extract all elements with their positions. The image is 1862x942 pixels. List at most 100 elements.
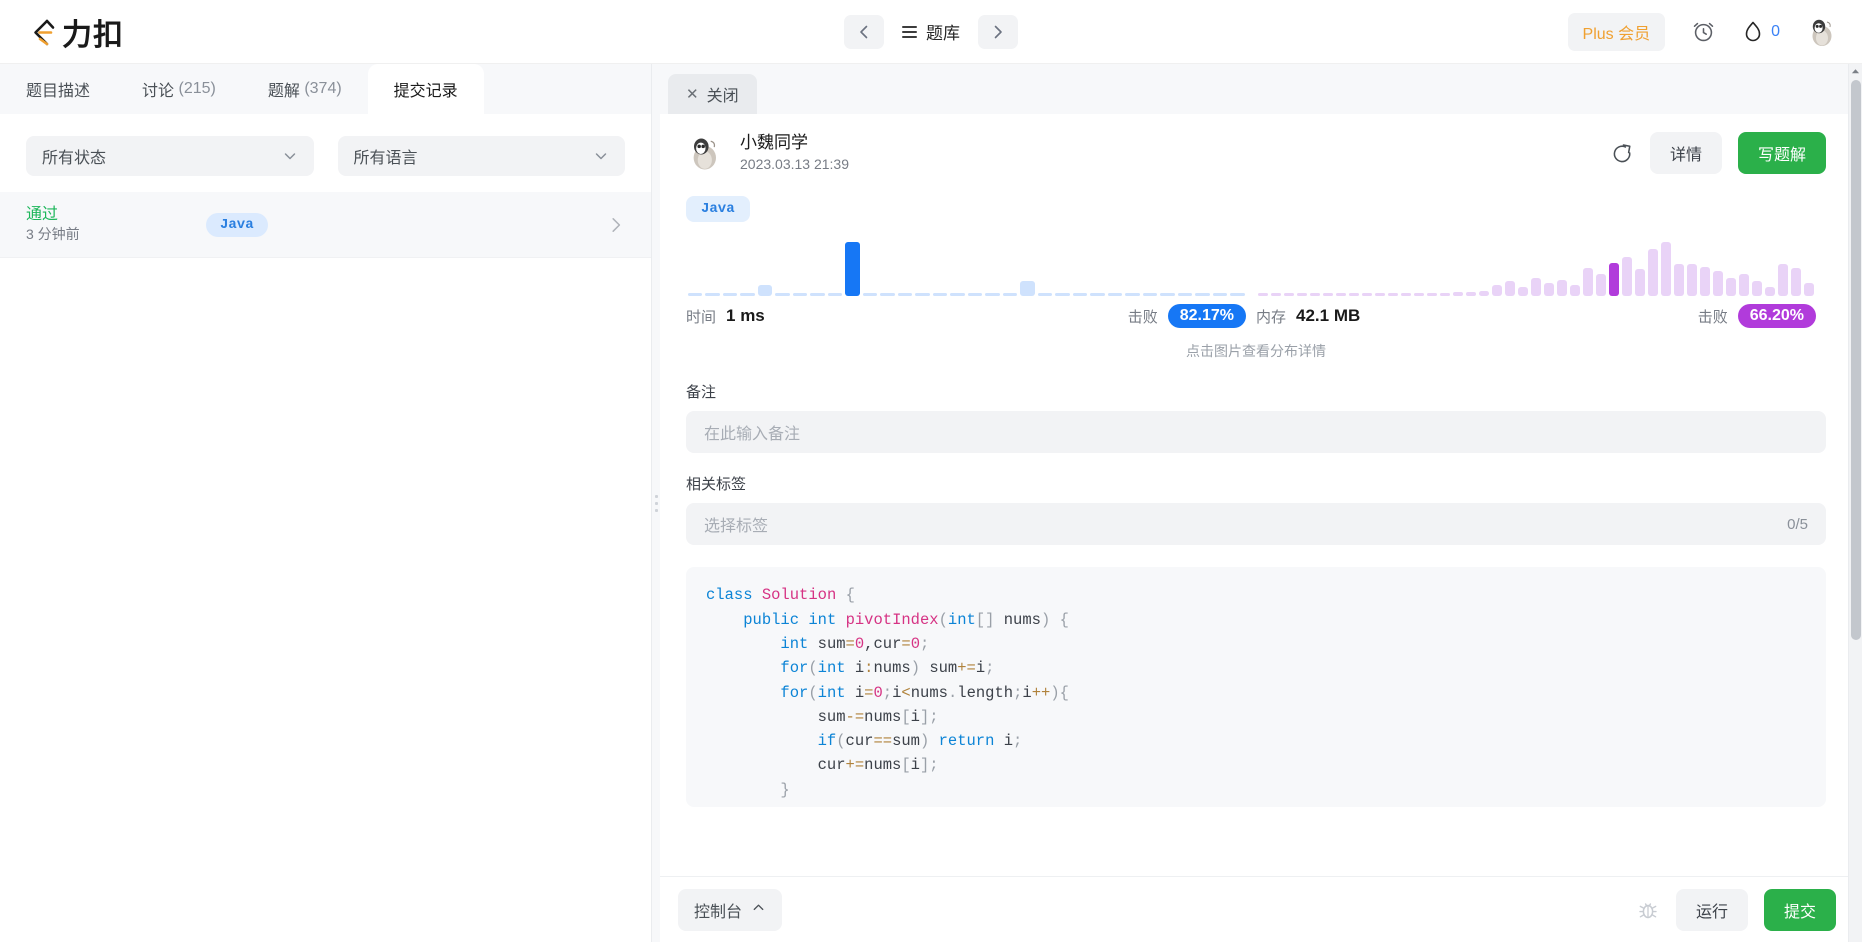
chart-bar (1595, 274, 1606, 297)
submission-detail: 小魏同学 2023.03.13 21:39 详情 写题解 Java 时间 1 m… (660, 114, 1862, 808)
chart-bar (1002, 293, 1017, 297)
chart-bar (932, 293, 947, 297)
scrollbar-thumb[interactable] (1851, 80, 1861, 640)
chart-bar (1037, 293, 1052, 297)
chart-bar (1270, 293, 1281, 297)
chart-bar (1765, 287, 1776, 297)
filter-status-select[interactable]: 所有状态 (26, 136, 314, 176)
memory-value: 42.1 MB (1296, 306, 1361, 326)
chart-bar (827, 293, 842, 297)
submission-author: 小魏同学 2023.03.13 21:39 (740, 132, 849, 174)
timer-button[interactable] (1691, 19, 1716, 44)
chart-bar (1504, 281, 1515, 297)
vertical-scrollbar[interactable] (1848, 64, 1862, 942)
chart-bar (1413, 293, 1424, 297)
chart-bar (1090, 293, 1105, 297)
debug-button[interactable] (1636, 898, 1660, 922)
tags-input[interactable]: 选择标签 0/5 (686, 503, 1826, 546)
submission-detail-scroll[interactable]: 小魏同学 2023.03.13 21:39 详情 写题解 Java 时间 1 m… (660, 114, 1862, 876)
tab-description[interactable]: 题目描述 (0, 64, 116, 114)
status-badge: 通过 (26, 205, 59, 223)
nav-center-group: 题库 (844, 14, 1018, 49)
scroll-up-arrow[interactable] (1849, 64, 1862, 78)
nav-problemset-button[interactable]: 题库 (894, 19, 968, 44)
memory-beat-group: 击败 66.20% (1698, 304, 1816, 329)
chart-bar (1465, 292, 1476, 297)
submission-status-group: 通过 3 分钟前 (26, 205, 206, 245)
tab-discussion[interactable]: 讨论 (215) (116, 64, 242, 114)
panel-resizer[interactable] (652, 64, 660, 942)
memory-spark-bars (1256, 238, 1826, 297)
chart-bar (1055, 293, 1070, 297)
note-input[interactable]: 在此输入备注 (686, 411, 1826, 454)
share-button[interactable] (1611, 142, 1634, 165)
write-solution-button[interactable]: 写题解 (1737, 132, 1826, 175)
chart-bar (1361, 293, 1372, 297)
performance-charts: 时间 1 ms 击败 82.17% 内存 42.1 MB 击败 66.20% (686, 238, 1826, 329)
tags-placeholder: 选择标签 (704, 518, 769, 536)
chart-bar (1452, 292, 1463, 297)
chart-bar (1125, 293, 1140, 297)
chart-bar (1387, 293, 1398, 297)
plus-membership-button[interactable]: Plus 会员 (1567, 12, 1666, 51)
chevron-down-icon (593, 148, 609, 164)
chevron-left-icon (860, 25, 868, 38)
time-beat-label: 击败 (1127, 308, 1158, 326)
submit-button[interactable]: 提交 (1763, 888, 1836, 931)
chart-bar (1478, 291, 1489, 297)
filter-language-select[interactable]: 所有语言 (337, 136, 625, 176)
note-label: 备注 (686, 384, 717, 402)
chart-bar (757, 285, 772, 297)
alarm-clock-icon (1693, 22, 1714, 42)
close-detail-label: 关闭 (706, 88, 739, 105)
avatar[interactable] (1806, 14, 1840, 49)
nav-back-button[interactable] (844, 14, 884, 49)
memory-distribution-chart[interactable]: 内存 42.1 MB 击败 66.20% (1256, 238, 1826, 329)
code-block: class Solution { public int pivotIndex(i… (706, 586, 1069, 807)
chart-bar (1212, 293, 1227, 297)
submission-filters: 所有状态 所有语言 (0, 114, 651, 192)
author-name: 小魏同学 (740, 133, 808, 152)
chart-bar (1107, 293, 1122, 297)
avatar[interactable] (686, 133, 726, 174)
chart-bar (1804, 283, 1815, 297)
tab-submissions-label: 提交记录 (393, 83, 458, 100)
chart-bar (1257, 293, 1268, 297)
code-viewer[interactable]: class Solution { public int pivotIndex(i… (686, 567, 1826, 808)
tab-solutions[interactable]: 题解 (374) (242, 64, 368, 114)
chart-bar (1296, 293, 1307, 297)
run-button[interactable]: 运行 (1675, 888, 1748, 931)
chevron-down-icon (282, 148, 298, 164)
top-navigation-bar: 力扣 题库 Plus 会员 0 (0, 0, 1862, 64)
chart-bar (1283, 293, 1294, 297)
tab-submissions[interactable]: 提交记录 (367, 64, 484, 114)
filter-status-label: 所有状态 (42, 150, 107, 167)
nav-forward-button[interactable] (978, 14, 1018, 49)
chart-bar (1530, 278, 1541, 297)
logo[interactable]: 力扣 (26, 10, 124, 54)
chart-bar (1195, 293, 1210, 297)
detail-button[interactable]: 详情 (1649, 132, 1722, 175)
editor-bottom-bar: 控制台 运行 提交 (660, 876, 1862, 942)
leetcode-cn-logo-icon (26, 15, 60, 49)
chart-bar (1582, 268, 1593, 297)
console-toggle-button[interactable]: 控制台 (678, 888, 783, 931)
close-detail-button[interactable]: ✕ 关闭 (668, 74, 757, 114)
chart-bar (1543, 283, 1554, 297)
chart-bar (1556, 280, 1567, 297)
chart-bar (950, 293, 965, 297)
chart-bar (705, 293, 720, 297)
chart-bar (1491, 285, 1502, 297)
chart-bar (1142, 293, 1157, 297)
submission-row[interactable]: 通过 3 分钟前 Java (0, 192, 651, 258)
console-label: 控制台 (694, 903, 743, 921)
streak-button[interactable]: 0 (1742, 20, 1780, 44)
tab-solutions-count: (374) (304, 80, 342, 97)
leetcode-app-window: 力扣 题库 Plus 会员 0 题目描述 讨论 (215) 题解 (374) 提… (0, 0, 1862, 942)
chart-bar (1752, 281, 1763, 297)
note-placeholder: 在此输入备注 (704, 426, 801, 444)
submission-time: 3 分钟前 (26, 225, 80, 242)
chart-bar (985, 293, 1000, 297)
chart-hint: 点击图片查看分布详情 (1186, 343, 1326, 360)
time-distribution-chart[interactable]: 时间 1 ms 击败 82.17% (686, 238, 1256, 329)
